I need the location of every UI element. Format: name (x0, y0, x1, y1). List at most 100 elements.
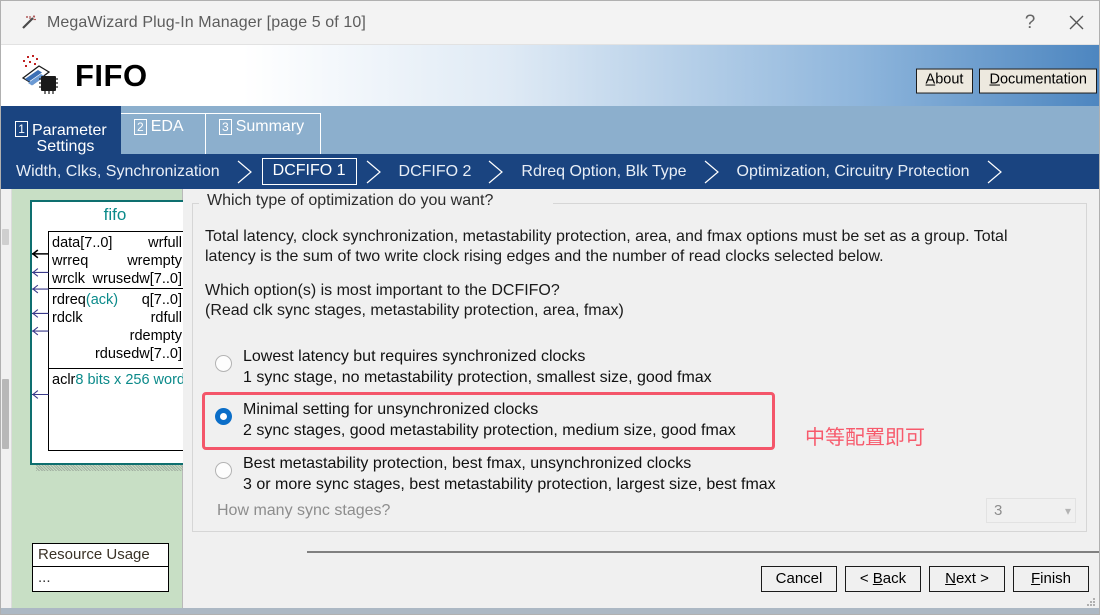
footer-buttons: Cancel < Back Next > Finish (761, 566, 1089, 592)
pin-rdempty: rdempty (129, 328, 182, 344)
pin-wrfull: wrfull (148, 235, 182, 251)
tab-label-parameter-settings: Parameter Settings (27, 121, 107, 156)
documentation-button[interactable]: Documentation (979, 68, 1097, 94)
pin-rdreq-label: rdreq (52, 292, 86, 308)
symbol-pin-row: wrreq wrempty (49, 252, 185, 270)
chevron-right-icon-4 (697, 158, 727, 186)
symbol-inner-box: data[7..0] wrfull wrreq wrempty wrclk wr… (48, 231, 192, 451)
group-border-right (553, 203, 1086, 204)
breadcrumb-item-dcfifo-2[interactable]: DCFIFO 2 (389, 163, 482, 181)
sync-stages-row: How many sync stages? 3 ▾ (217, 498, 1076, 523)
close-icon[interactable] (1053, 1, 1099, 44)
finish-label-rest: inish (1040, 570, 1072, 587)
pin-aclr-label: aclr (52, 372, 76, 388)
group-title: Which type of optimization do you want? (203, 192, 498, 210)
back-label-rest: ack (882, 570, 907, 587)
next-button[interactable]: Next > (929, 566, 1005, 592)
tab-label-eda: EDA (150, 118, 184, 135)
tab-strip: 1 Parameter Settings 2 EDA 3 Summary (1, 106, 1099, 156)
pin-rdfull: rdfull (150, 310, 182, 326)
pin-wrclk: wrclk (52, 271, 86, 287)
paragraph-line-3: Which option(s) is most important to the… (205, 282, 560, 299)
radio-minimal-setting[interactable] (215, 408, 232, 425)
about-label-rest: bout (935, 71, 964, 88)
symbol-pin-row: rdclk rdfull (49, 309, 185, 327)
symbol-pin-row: wrclk wrusedw[7..0] (49, 270, 185, 288)
help-button[interactable]: ? (1007, 1, 1053, 44)
symbol-section-aclr: aclr8 bits x 256 words (49, 369, 192, 431)
pin-rdusedw: rdusedw[7..0] (94, 346, 182, 362)
breadcrumb-item-width-clks[interactable]: Width, Clks, Synchronization (1, 163, 230, 181)
banner: FIFO About Documentation (1, 45, 1099, 106)
radio-best-metastability[interactable] (215, 462, 232, 479)
back-button[interactable]: < Back (845, 566, 921, 592)
option-best-metastability[interactable]: Best metastability protection, best fmax… (205, 450, 1078, 499)
symbol-pin-row: data[7..0] wrfull (49, 234, 185, 252)
left-scrollbar-thumb[interactable] (2, 379, 9, 449)
breadcrumb-item-optimization[interactable]: Optimization, Circuitry Protection (727, 163, 980, 181)
symbol-pin-row: rdusedw[7..0] (49, 345, 185, 363)
chevron-right-icon-2 (359, 158, 389, 186)
symbol-pin-row: rdempty (49, 327, 185, 345)
sync-stages-select[interactable]: 3 ▾ (986, 498, 1076, 523)
tab-number-1: 1 (15, 120, 28, 137)
chevron-right-icon-3 (481, 158, 511, 186)
paragraph-line-1: Total latency, clock synchronization, me… (205, 228, 1008, 245)
option-line-2: 2 sync stages, good metastability protec… (243, 421, 736, 439)
status-bar (1, 608, 1099, 614)
pin-rdreq-alt: (ack) (85, 292, 119, 308)
tab-eda[interactable]: 2 EDA (121, 113, 206, 154)
main-pane: Which type of optimization do you want? … (183, 189, 1099, 608)
left-scrollbar[interactable] (1, 189, 12, 608)
finish-button[interactable]: Finish (1013, 566, 1089, 592)
fifo-symbol: fifo data[7..0] wrfull wrreq wrempty wrc… (30, 200, 200, 465)
pin-rdreq: rdreq(ack) (52, 291, 118, 309)
pin-q: q[7..0] (141, 292, 182, 308)
symbol-pin-row: aclr8 bits x 256 words (49, 371, 192, 389)
window-title: MegaWizard Plug-In Manager [page 5 of 10… (47, 13, 366, 31)
footer-separator (307, 551, 1099, 553)
title-bar: MegaWizard Plug-In Manager [page 5 of 10… (1, 1, 1099, 45)
chinese-annotation: 中等配置即可 (805, 427, 925, 449)
radio-lowest-latency[interactable] (215, 355, 232, 372)
resource-usage-value: ... (38, 569, 51, 586)
option-line-1: Minimal setting for unsynchronized clock… (243, 401, 539, 418)
pin-rdclk: rdclk (52, 310, 83, 326)
symbol-pin-row: rdreq(ack) q[7..0] (49, 291, 185, 309)
chevron-right-icon-5 (980, 158, 1010, 186)
option-minimal-setting-text: Minimal setting for unsynchronized clock… (243, 400, 736, 441)
resize-grip[interactable] (1085, 594, 1096, 606)
symbol-capacity-label: 8 bits x 256 words (75, 372, 193, 388)
option-best-metastability-text: Best metastability protection, best fmax… (243, 454, 776, 495)
documentation-label-rest: ocumentation (999, 71, 1087, 88)
breadcrumb-item-dcfifo-1[interactable]: DCFIFO 1 (261, 158, 357, 185)
optimization-options: Lowest latency but requires synchronized… (202, 343, 1078, 499)
banner-title: FIFO (75, 57, 148, 93)
cancel-button[interactable]: Cancel (761, 566, 837, 592)
breadcrumb-item-rdreq-option[interactable]: Rdreq Option, Blk Type (511, 163, 696, 181)
window-controls: ? (1007, 1, 1099, 44)
resource-usage-box: Resource Usage ... (32, 543, 169, 592)
pin-aclr: aclr8 bits x 256 words (52, 371, 192, 389)
chevron-right-icon-1 (230, 158, 260, 186)
pin-wrusedw: wrusedw[7..0] (92, 271, 182, 287)
tab-number-2: 2 (134, 119, 147, 135)
body: fifo data[7..0] wrfull wrreq wrempty wrc… (1, 189, 1099, 608)
megawizard-chip-icon (15, 54, 63, 98)
magic-wand-icon (19, 14, 37, 32)
optimization-group: Which type of optimization do you want? … (192, 192, 1087, 532)
tab-summary[interactable]: 3 Summary (206, 113, 321, 154)
sync-stages-value: 3 (994, 502, 1003, 519)
left-scrollbar-mark (2, 229, 9, 245)
resource-usage-title: Resource Usage (33, 544, 168, 567)
symbol-title: fifo (103, 205, 127, 224)
tab-number-3: 3 (219, 119, 232, 135)
option-minimal-setting[interactable]: Minimal setting for unsynchronized clock… (202, 392, 925, 450)
tab-parameter-settings[interactable]: 1 Parameter Settings (1, 106, 121, 156)
about-button[interactable]: About (915, 68, 974, 94)
option-line-1: Lowest latency but requires synchronized… (243, 348, 586, 365)
group-border-left (193, 203, 199, 204)
option-lowest-latency[interactable]: Lowest latency but requires synchronized… (205, 343, 1078, 392)
sync-stages-label: How many sync stages? (217, 501, 391, 519)
pin-wrempty: wrempty (127, 253, 182, 269)
